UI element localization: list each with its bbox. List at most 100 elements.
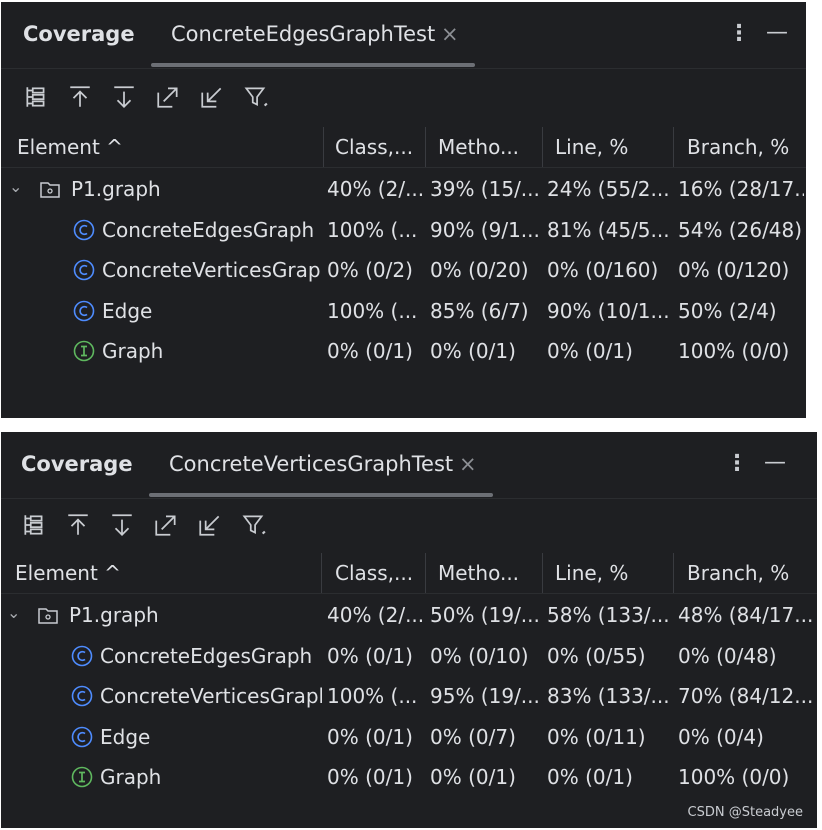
column-separator[interactable] [542, 553, 543, 593]
line-coverage: 0% (0/1) [547, 339, 633, 363]
column-separator[interactable] [425, 553, 426, 593]
line-coverage: 0% (0/160) [547, 258, 659, 282]
method-coverage: 0% (0/10) [430, 644, 529, 668]
column-header-element[interactable]: Element ^ [17, 135, 123, 159]
column-separator[interactable] [673, 553, 674, 593]
column-separator[interactable] [321, 553, 322, 593]
class-icon [73, 259, 95, 281]
element-name: P1.graph [69, 603, 159, 627]
filter-icon[interactable] [239, 80, 273, 114]
line-coverage: 0% (0/55) [547, 644, 646, 668]
branch-coverage: 100% (0/0) [678, 765, 790, 789]
column-header-branch[interactable]: Branch, % [687, 561, 789, 585]
table-row[interactable]: ConcreteVerticesGrapl 100% (... 95% (19/… [1, 676, 817, 716]
table-row[interactable]: Edge 0% (0/1) 0% (0/7) 0% (0/11) 0% (0/4… [1, 717, 817, 757]
class-icon [71, 726, 93, 748]
table-row[interactable]: Graph 0% (0/1) 0% (0/1) 0% (0/1) 100% (0… [1, 757, 817, 797]
line-coverage: 81% (45/5... [547, 218, 670, 242]
branch-coverage: 70% (84/12... [678, 684, 812, 708]
arrow-up-to-top-icon[interactable] [61, 508, 95, 542]
tab-selected-indicator [149, 493, 493, 497]
column-separator[interactable] [673, 127, 674, 167]
coverage-panel-2: Coverage ConcreteVerticesGraphTest × ⋮ —… [1, 432, 817, 828]
class-icon [73, 219, 95, 241]
column-separator[interactable] [542, 127, 543, 167]
sort-ascending-icon: ^ [104, 561, 121, 585]
method-coverage: 90% (9/1... [430, 218, 540, 242]
tab-concrete-edges-graph-test[interactable]: ConcreteEdgesGraphTest [171, 22, 435, 46]
tab-concrete-vertices-graph-test[interactable]: ConcreteVerticesGraphTest [169, 452, 453, 476]
line-coverage: 24% (55/2... [547, 177, 670, 201]
filter-icon[interactable] [237, 508, 271, 542]
branch-coverage: 50% (2/4) [678, 299, 777, 323]
class-coverage: 100% (... [327, 684, 418, 708]
element-name: ConcreteEdgesGraph [100, 644, 313, 668]
element-name: Graph [100, 765, 162, 789]
class-coverage: 40% (2/... [327, 603, 423, 627]
method-coverage: 50% (19/... [430, 603, 540, 627]
tool-window-title: Coverage [23, 22, 135, 46]
tab-close-icon[interactable]: × [441, 22, 459, 46]
collapse-in-icon[interactable] [193, 508, 227, 542]
method-coverage: 85% (6/7) [430, 299, 529, 323]
line-coverage: 58% (133/... [547, 603, 670, 627]
column-separator[interactable] [425, 127, 426, 167]
branch-coverage: 100% (0/0) [678, 339, 790, 363]
class-coverage: 40% (2/... [327, 177, 423, 201]
element-name: Edge [102, 299, 153, 323]
collapse-in-icon[interactable] [195, 80, 229, 114]
branch-coverage: 0% (0/4) [678, 725, 764, 749]
tool-window-header: Coverage ConcreteEdgesGraphTest × ⋮ — [1, 2, 806, 69]
class-icon [73, 300, 95, 322]
branch-coverage: 16% (28/17... [678, 177, 804, 201]
package-icon [38, 608, 58, 624]
minimize-icon[interactable]: — [764, 450, 786, 475]
arrow-down-to-bottom-icon[interactable] [105, 508, 139, 542]
method-coverage: 0% (0/20) [430, 258, 529, 282]
class-icon [71, 645, 93, 667]
line-coverage: 90% (10/1... [547, 299, 670, 323]
more-options-icon[interactable]: ⋮ [726, 451, 748, 476]
column-header-method[interactable]: Metho... [438, 561, 519, 585]
coverage-table-header: Element ^ Class,... Metho... Line, % Bra… [1, 553, 817, 594]
arrow-up-to-top-icon[interactable] [63, 80, 97, 114]
more-options-icon[interactable]: ⋮ [728, 21, 750, 46]
chevron-down-icon[interactable]: ⌄ [9, 177, 22, 196]
line-coverage: 0% (0/11) [547, 725, 646, 749]
column-separator[interactable] [323, 127, 324, 167]
table-row[interactable]: ⌄ P1.graph 40% (2/... 39% (15/... 24% (5… [1, 169, 806, 209]
table-row[interactable]: Graph 0% (0/1) 0% (0/1) 0% (0/1) 100% (0… [1, 331, 806, 371]
arrow-down-to-bottom-icon[interactable] [107, 80, 141, 114]
table-row[interactable]: ConcreteVerticesGrap 0% (0/2) 0% (0/20) … [1, 250, 806, 290]
line-coverage: 83% (133/... [547, 684, 670, 708]
class-coverage: 0% (0/1) [327, 725, 413, 749]
element-name: ConcreteVerticesGrap [102, 258, 320, 282]
column-header-line[interactable]: Line, % [555, 135, 628, 159]
class-coverage: 0% (0/2) [327, 258, 413, 282]
expand-out-icon[interactable] [149, 508, 183, 542]
minimize-icon[interactable]: — [766, 20, 788, 45]
expand-out-icon[interactable] [151, 80, 185, 114]
column-header-class[interactable]: Class,... [335, 135, 413, 159]
tab-selected-indicator [151, 63, 475, 67]
tool-window-header: Coverage ConcreteVerticesGraphTest × ⋮ — [1, 432, 817, 499]
tree-flatten-icon[interactable] [17, 508, 51, 542]
element-name: ConcreteVerticesGrapl [100, 684, 322, 708]
column-header-method[interactable]: Metho... [438, 135, 519, 159]
table-row[interactable]: ConcreteEdgesGraph 0% (0/1) 0% (0/10) 0%… [1, 636, 817, 676]
class-coverage: 100% (... [327, 218, 418, 242]
tree-flatten-icon[interactable] [19, 80, 53, 114]
table-row[interactable]: ⌄ P1.graph 40% (2/... 50% (19/... 58% (1… [1, 595, 817, 635]
chevron-down-icon[interactable]: ⌄ [7, 603, 20, 622]
column-header-element[interactable]: Element ^ [15, 561, 121, 585]
class-icon [71, 685, 93, 707]
tab-close-icon[interactable]: × [459, 452, 477, 476]
column-header-branch[interactable]: Branch, % [687, 135, 789, 159]
coverage-panel-1: Coverage ConcreteEdgesGraphTest × ⋮ — El… [1, 2, 806, 418]
class-coverage: 100% (... [327, 299, 418, 323]
column-header-line[interactable]: Line, % [555, 561, 628, 585]
interface-icon [73, 340, 95, 362]
table-row[interactable]: Edge 100% (... 85% (6/7) 90% (10/1... 50… [1, 291, 806, 331]
column-header-class[interactable]: Class,... [335, 561, 413, 585]
table-row[interactable]: ConcreteEdgesGraph 100% (... 90% (9/1...… [1, 210, 806, 250]
